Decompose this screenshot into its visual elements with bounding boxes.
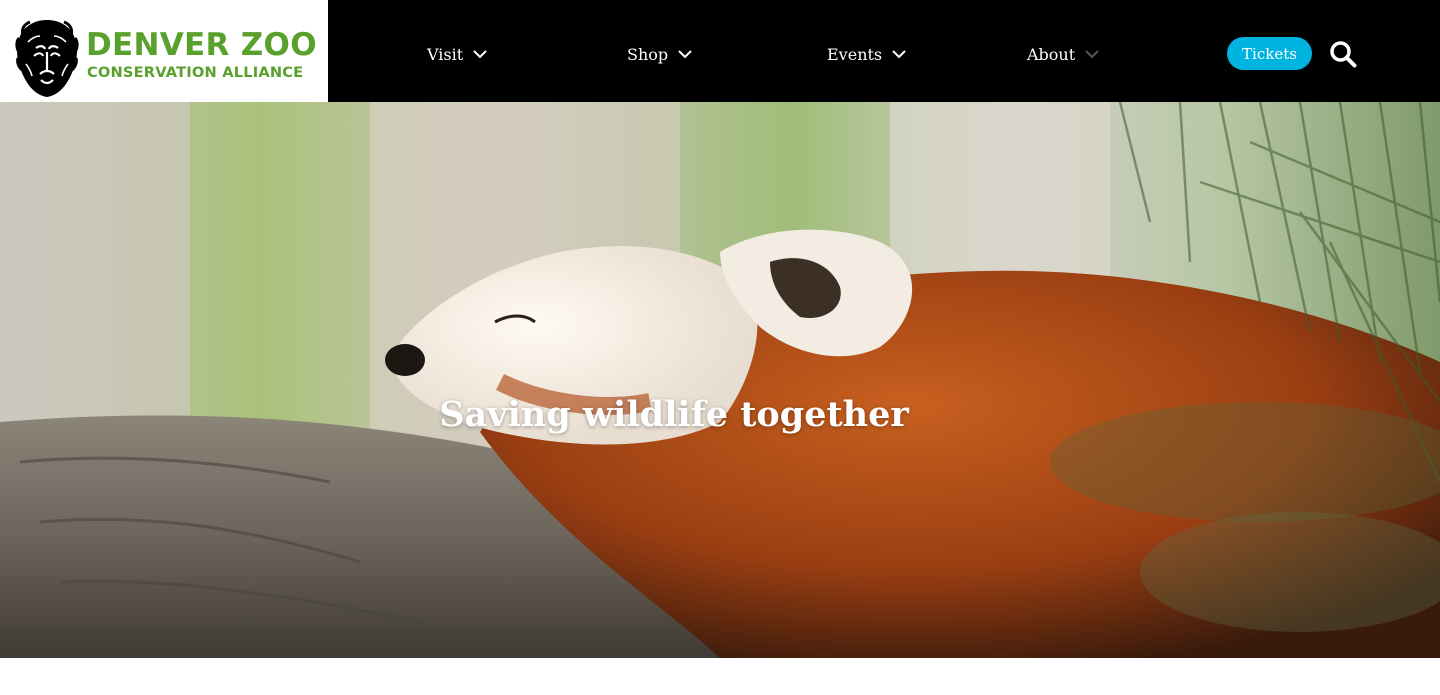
nav-item-label: Shop [627, 44, 669, 64]
chevron-down-icon [892, 49, 906, 58]
page-content-area [0, 658, 1440, 695]
search-icon[interactable] [1329, 40, 1357, 68]
nav-item-about[interactable]: About [1027, 42, 1099, 66]
hero-title: Saving wildlife together [439, 394, 909, 435]
lion-head-icon [15, 20, 79, 97]
red-panda-hero-image [0, 102, 1440, 658]
chevron-down-icon [473, 49, 487, 58]
logo-link[interactable]: DENVER ZOO CONSERVATION ALLIANCE [0, 0, 328, 102]
nav-item-shop[interactable]: Shop [627, 42, 692, 66]
nav-item-events[interactable]: Events [827, 42, 906, 66]
nav-item-label: About [1027, 44, 1076, 64]
logo-subtitle: CONSERVATION ALLIANCE [87, 64, 304, 81]
chevron-down-icon [678, 49, 692, 58]
tickets-button[interactable]: Tickets [1227, 37, 1312, 70]
nav-item-visit[interactable]: Visit [427, 42, 487, 66]
chevron-down-icon [1085, 49, 1099, 58]
hero-banner: Saving wildlife together [0, 102, 1440, 658]
logo-title: DENVER ZOO [86, 27, 317, 63]
nav-item-label: Events [827, 44, 883, 64]
site-header: DENVER ZOO CONSERVATION ALLIANCE Visit S… [0, 0, 1440, 102]
nav-item-label: Visit [427, 44, 464, 64]
